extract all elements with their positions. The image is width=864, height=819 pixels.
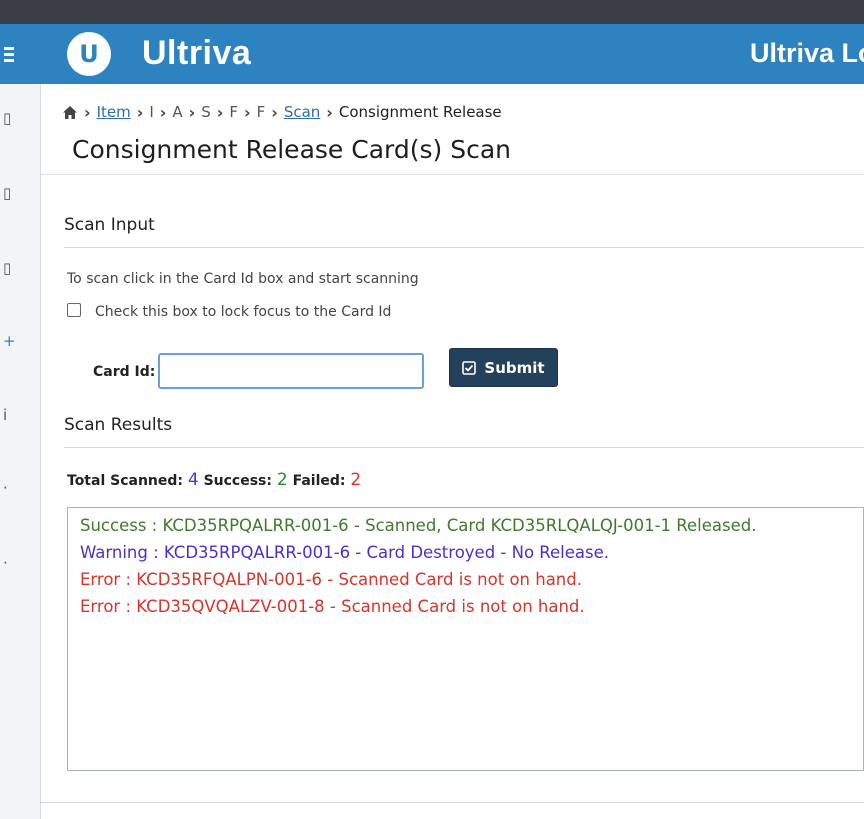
breadcrumb-current: Consignment Release — [338, 103, 502, 121]
lock-focus-label[interactable]: Check this box to lock focus to the Card… — [95, 304, 391, 320]
content-panel: Scan Input To scan click in the Card Id … — [41, 174, 864, 803]
scan-hint-text: To scan click in the Card Id box and sta… — [67, 271, 419, 287]
hamburger-icon — [4, 44, 14, 64]
home-icon[interactable] — [62, 105, 78, 120]
nav-rail-icon-1[interactable]: ▯ — [3, 109, 15, 127]
result-line: Warning : KCD35RPQALRR-001-6 - Card Dest… — [80, 543, 610, 562]
result-line: Success : KCD35RPQALRR-001-6 - Scanned, … — [80, 516, 757, 535]
failed-count: 2 — [350, 470, 362, 490]
failed-label: Failed: — [292, 473, 346, 489]
page-title: Consignment Release Card(s) Scan — [72, 135, 511, 164]
breadcrumb-link-item[interactable]: Item — [97, 103, 131, 121]
lock-focus-checkbox[interactable] — [67, 303, 81, 317]
breadcrumb-separator-icon: › — [188, 102, 196, 122]
success-label: Success: — [203, 473, 272, 489]
app-logo-text: Ultriva — [142, 34, 252, 72]
menu-toggle-button[interactable] — [0, 24, 40, 84]
header-right-title: Ultriva Lo — [750, 38, 864, 68]
submit-button[interactable]: Submit — [449, 348, 558, 387]
nav-rail-icon-4[interactable]: + — [3, 332, 16, 350]
scan-input-heading: Scan Input — [64, 215, 155, 235]
result-line: Error : KCD35RFQALPN-001-6 - Scanned Car… — [80, 570, 582, 589]
breadcrumb-separator-icon: › — [159, 102, 167, 122]
app-header: U Ultriva Ultriva Lo — [40, 24, 864, 84]
scan-results-heading: Scan Results — [64, 415, 173, 435]
logo-letter: U — [79, 40, 99, 68]
section-divider — [64, 247, 864, 248]
scan-totals: Total Scanned: 4 Success: 2 Failed: 2 — [67, 470, 361, 490]
breadcrumb-link-6[interactable]: F — [257, 103, 266, 121]
breadcrumb-separator-icon: › — [271, 102, 278, 122]
card-id-input[interactable] — [158, 353, 424, 389]
scan-results-log[interactable]: Success : KCD35RPQALRR-001-6 - Scanned, … — [67, 507, 864, 771]
breadcrumb-separator-icon: › — [244, 102, 251, 122]
left-nav-rail: ▯ ▯ ▯ + i · · — [0, 24, 41, 819]
breadcrumb: › Item › I › A › S › F › F › Scan › Cons… — [62, 101, 502, 123]
check-square-icon — [462, 360, 477, 375]
nav-rail-icon-5[interactable]: i — [3, 406, 15, 424]
card-id-label: Card Id: — [93, 364, 156, 380]
bottom-divider — [41, 802, 864, 803]
breadcrumb-link-3[interactable]: A — [172, 103, 182, 121]
breadcrumb-link-5[interactable]: F — [229, 103, 238, 121]
breadcrumb-link-2[interactable]: I — [149, 103, 153, 121]
nav-rail-icon-2[interactable]: ▯ — [3, 184, 15, 202]
total-scanned-label: Total Scanned: — [67, 473, 183, 489]
success-count: 2 — [276, 470, 288, 490]
breadcrumb-separator-icon: › — [216, 102, 224, 122]
logo-mark: U — [67, 32, 111, 76]
browser-top-strip — [0, 0, 864, 24]
total-scanned-count: 4 — [187, 470, 199, 490]
breadcrumb-separator-icon: › — [326, 102, 333, 122]
nav-rail-icon-6[interactable]: · — [3, 479, 15, 497]
breadcrumb-link-4[interactable]: S — [201, 103, 211, 121]
result-line: Error : KCD35QVQALZV-001-8 - Scanned Car… — [80, 597, 585, 616]
section-divider — [64, 447, 864, 448]
nav-rail-icon-3[interactable]: ▯ — [3, 259, 15, 277]
submit-button-label: Submit — [484, 358, 545, 377]
breadcrumb-separator-icon: › — [84, 102, 91, 122]
breadcrumb-link-scan[interactable]: Scan — [284, 103, 320, 121]
breadcrumb-separator-icon: › — [136, 102, 144, 122]
nav-rail-icon-7[interactable]: · — [3, 554, 15, 572]
